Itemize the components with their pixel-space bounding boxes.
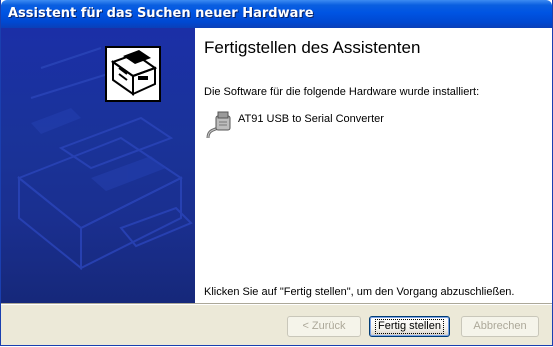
back-button-label: < Zurück [302,320,346,332]
title-bar[interactable]: Assistent für das Suchen neuer Hardware [1,0,552,28]
wizard-side-panel [1,28,195,303]
intro-text: Die Software für die folgende Hardware w… [204,86,480,98]
finish-button[interactable]: Fertig stellen [369,316,450,337]
finish-button-label: Fertig stellen [375,319,444,334]
hardware-wizard-icon [105,46,161,102]
button-bar: < Zurück Fertig stellen Abbrechen [1,305,552,345]
wizard-window: Assistent für das Suchen neuer Hardware [0,0,553,346]
back-button[interactable]: < Zurück [287,316,361,337]
side-panel-graphic [17,47,193,271]
cancel-button[interactable]: Abbrechen [461,316,539,337]
window-title: Assistent für das Suchen neuer Hardware [8,6,314,21]
cancel-button-label: Abbrechen [473,320,527,332]
page-heading: Fertigstellen des Assistenten [204,38,421,57]
finish-instruction: Klicken Sie auf "Fertig stellen", um den… [204,286,515,298]
wizard-content: Fertigstellen des Assistenten Die Softwa… [1,28,552,303]
installed-device-name: AT91 USB to Serial Converter [238,113,384,125]
usb-plug-icon [204,110,234,142]
